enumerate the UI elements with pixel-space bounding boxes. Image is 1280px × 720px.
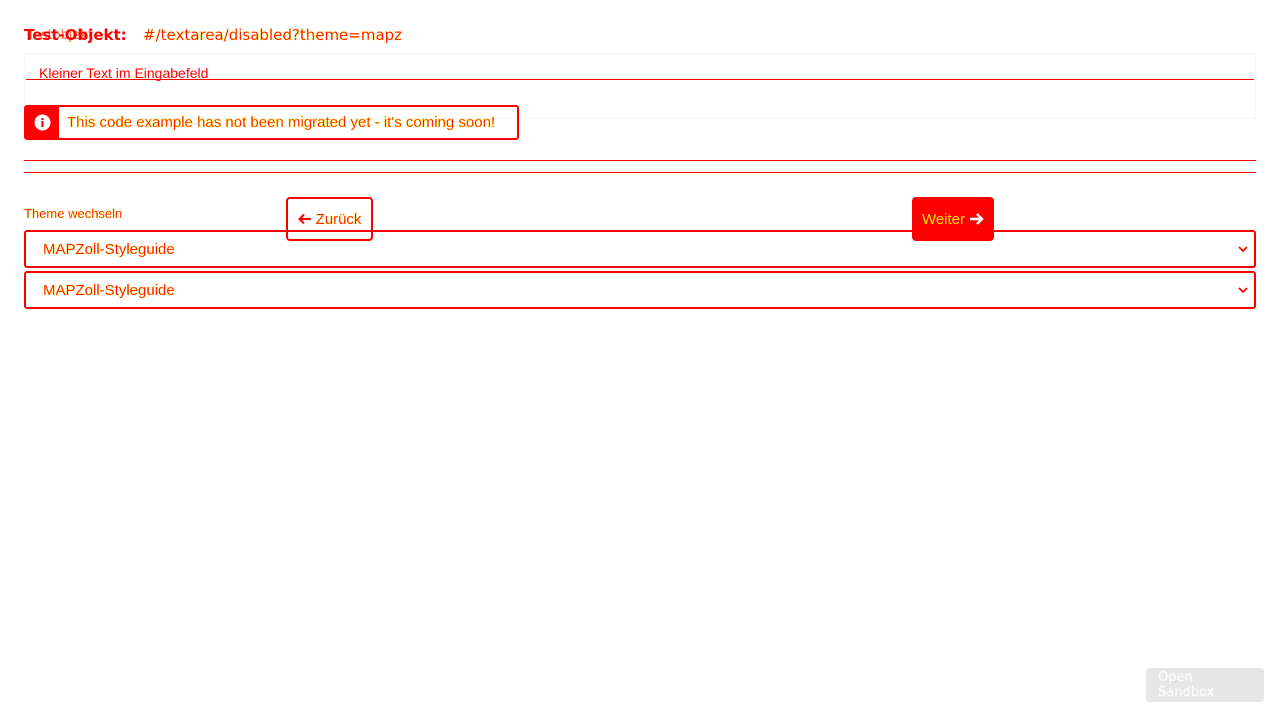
theme-select[interactable]: MAPZoll-Styleguide: [24, 230, 1256, 268]
section-divider: [24, 160, 1256, 161]
back-button-label: Zurück: [315, 210, 362, 228]
textarea-underline: [26, 79, 1254, 80]
theme-select-value: MAPZoll-Styleguide: [43, 240, 175, 258]
back-button[interactable]: Zurück: [286, 197, 373, 241]
arrow-left-icon: [297, 213, 311, 225]
theme-select-value: MAPZoll-Styleguide: [43, 281, 175, 299]
chevron-down-icon: [1238, 287, 1248, 294]
next-button[interactable]: Weiter: [912, 197, 994, 241]
next-button-label: Weiter: [921, 210, 966, 228]
info-note-text: This code example has not been migrated …: [67, 113, 496, 131]
open-sandbox-button[interactable]: Open Sandbox: [1146, 668, 1264, 702]
test-object-route: #/textarea/disabled?theme=mapz: [143, 26, 403, 44]
theme-select-secondary[interactable]: MAPZoll-Styleguide: [24, 271, 1256, 309]
test-object-label: Test-Objekt:: [24, 26, 127, 44]
chevron-down-icon: [1238, 246, 1248, 253]
section-divider: [24, 172, 1256, 173]
theme-switch-label: Theme wechseln: [24, 206, 123, 221]
arrow-right-icon: [970, 213, 984, 225]
migration-info-note: This code example has not been migrated …: [24, 105, 519, 140]
info-icon: [26, 107, 59, 138]
